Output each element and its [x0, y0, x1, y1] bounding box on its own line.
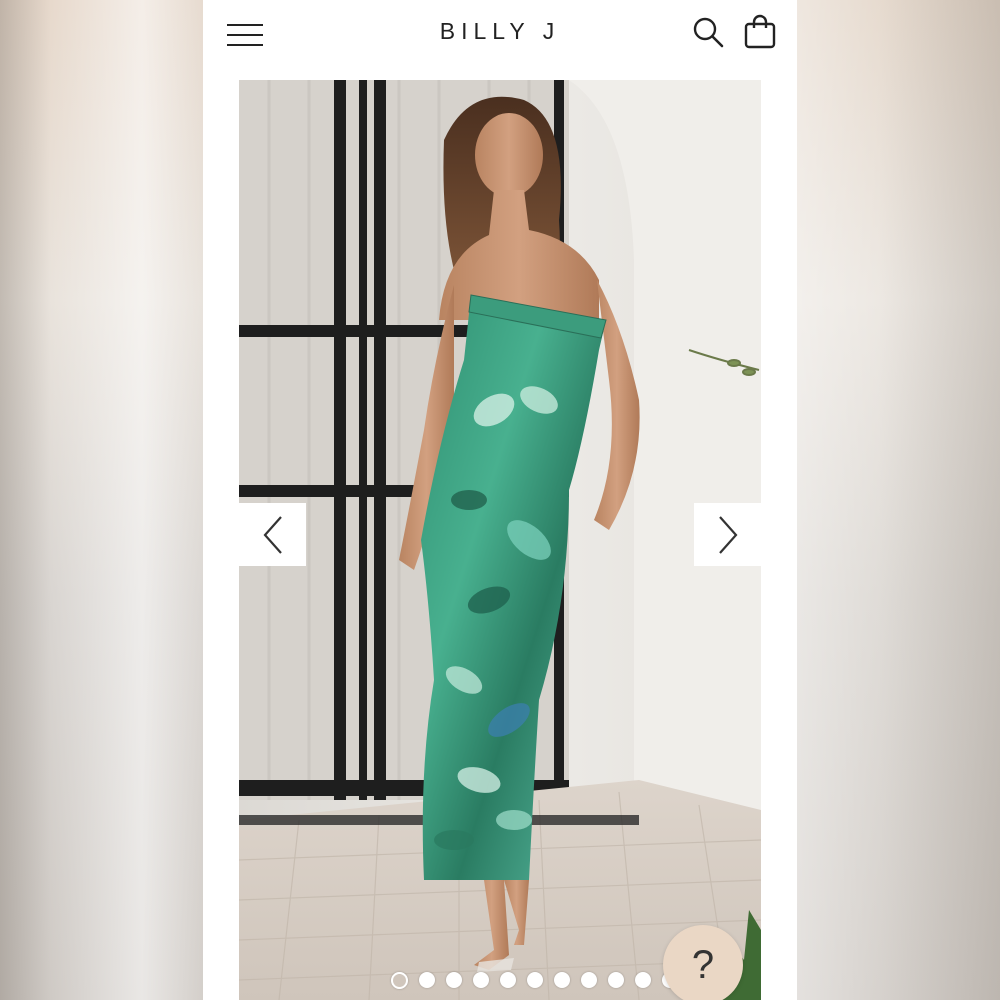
- pagination-dot[interactable]: [500, 972, 516, 988]
- chevron-left-icon: [263, 515, 282, 554]
- product-image-gallery[interactable]: [239, 80, 761, 1000]
- help-label: ?: [691, 942, 715, 987]
- search-icon[interactable]: [692, 16, 724, 48]
- chevron-right-icon: [718, 515, 737, 554]
- background-blur-left: [0, 0, 203, 1000]
- gallery-pagination: [391, 971, 678, 989]
- pagination-dot[interactable]: [608, 972, 624, 988]
- pagination-dot[interactable]: [554, 972, 570, 988]
- pagination-dot[interactable]: [473, 972, 489, 988]
- product-photo: [239, 80, 761, 1000]
- shopping-bag-icon[interactable]: [743, 14, 777, 50]
- next-image-button[interactable]: [694, 503, 761, 566]
- pagination-dot[interactable]: [446, 972, 462, 988]
- site-header: BILLY J: [203, 0, 797, 70]
- product-page: BILLY J ?: [203, 0, 797, 1000]
- pagination-dot[interactable]: [581, 972, 597, 988]
- help-button[interactable]: ?: [663, 925, 743, 1000]
- previous-image-button[interactable]: [239, 503, 306, 566]
- pagination-dot[interactable]: [419, 972, 435, 988]
- pagination-dot[interactable]: [391, 971, 408, 989]
- background-blur-right: [797, 0, 1000, 1000]
- pagination-dot[interactable]: [527, 972, 543, 988]
- pagination-dot[interactable]: [635, 972, 651, 988]
